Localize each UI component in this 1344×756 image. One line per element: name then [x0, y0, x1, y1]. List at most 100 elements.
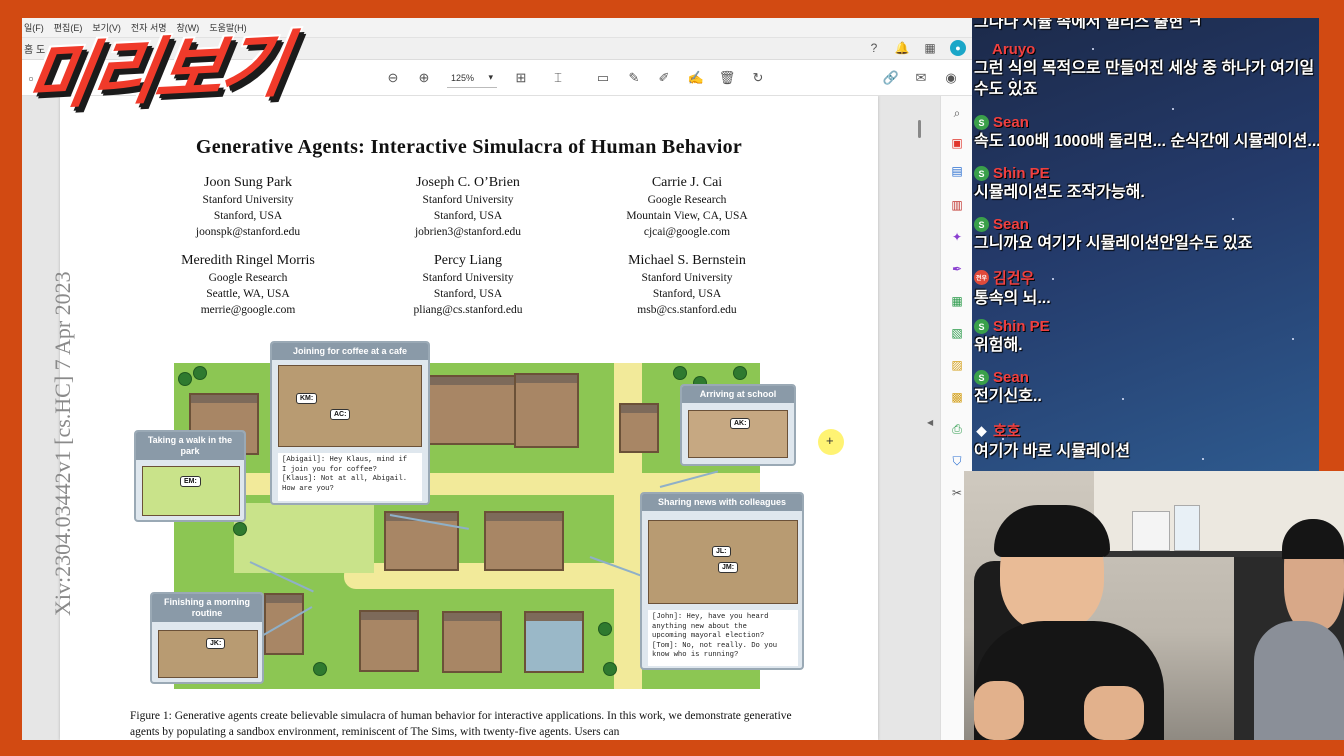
speech-bubble: AK:: [730, 418, 751, 429]
speech-bubble: EM:: [180, 476, 201, 487]
callout-title: Arriving at school: [682, 386, 794, 403]
chat-text: 그나나 시뮬 속에서 앨리스 출현 ㅋ: [974, 18, 1203, 31]
callout-walk: Taking a walk in the park EM:: [134, 430, 246, 522]
chat-message: 전우 김건우 통속의 뇌...: [972, 267, 1319, 309]
pdf-page: Generative Agents: Interactive Simulacra…: [50, 96, 878, 740]
zoom-value: 125%: [451, 72, 475, 83]
chat-message: S Sean 속도 100배 1000배 돌리면... 순식간에 시뮬레이션...: [972, 114, 1319, 152]
speech-bubble: JM:: [718, 562, 739, 573]
chat-text: 속도 100배 1000배 돌리면... 순식간에 시뮬레이션...: [974, 133, 1319, 150]
chat-text: 시뮬레이션도 조작가능해.: [974, 184, 1145, 201]
chat-message: Aruyo 그런 식의 목적으로 만들어진 세상 중 하나가 여기일수도 있죠: [972, 41, 1319, 100]
author-card: Carrie J. Cai Google Research Mountain V…: [587, 174, 787, 240]
comment-tool-icon[interactable]: ▩: [948, 388, 966, 406]
fill-sign-icon[interactable]: ✍: [687, 69, 705, 87]
author-name: Joon Sung Park: [204, 175, 292, 190]
chat-text: 그런 식의 목적으로 만들어진 세상 중 하나가 여기일수도 있죠: [974, 60, 1315, 98]
map-building: [484, 511, 564, 571]
apps-grid-icon[interactable]: ▦: [922, 40, 938, 56]
document-area[interactable]: Generative Agents: Interactive Simulacra…: [22, 96, 940, 740]
draw-icon[interactable]: ✐: [655, 69, 673, 87]
link-icon[interactable]: 🔗: [882, 69, 900, 87]
protect-icon[interactable]: ⛉: [948, 452, 966, 470]
chat-text: 위험해.: [974, 337, 1023, 354]
author-affiliation: Google Research: [647, 194, 727, 206]
webcam-feed: [964, 471, 1344, 740]
author-email: msb@cs.stanford.edu: [637, 304, 737, 316]
callout-news: Sharing news with colleagues JL: JM: [Jo…: [640, 492, 804, 670]
author-location: Seattle, WA, USA: [206, 288, 290, 300]
dialog-box: [John]: Hey, have you heard anything new…: [648, 610, 798, 666]
speech-bubble: JK:: [206, 638, 226, 649]
chat-message: S Shin PE 위험해.: [972, 318, 1319, 356]
help-icon[interactable]: ?: [866, 40, 882, 56]
vertical-scrollbar[interactable]: [918, 120, 921, 138]
user-badge-icon: S: [974, 217, 989, 232]
chat-message: S Sean 전기신호..: [972, 369, 1319, 407]
chat-message: 그나나 시뮬 속에서 앨리스 출현 ㅋ: [972, 18, 1319, 33]
export-icon[interactable]: ▦: [948, 292, 966, 310]
collapse-panel-icon[interactable]: ◀: [927, 418, 933, 427]
highlight-icon[interactable]: ✎: [625, 69, 643, 87]
user-badge-icon: S: [974, 319, 989, 334]
share-user-icon[interactable]: ◉: [942, 69, 960, 87]
chat-text: 통속의 뇌...: [974, 290, 1051, 307]
callout-title: Finishing a morning routine: [152, 594, 262, 622]
rotate-icon[interactable]: ↻: [749, 69, 767, 87]
delete-icon[interactable]: 🗑: [718, 69, 736, 87]
zoom-out-icon[interactable]: ⊖: [384, 69, 402, 87]
organize-icon[interactable]: ▥: [948, 196, 966, 214]
frame-border: [1319, 18, 1344, 471]
bell-icon[interactable]: 🔔: [894, 40, 910, 56]
chat-username: Aruyo: [992, 41, 1036, 58]
author-name: Michael S. Bernstein: [628, 253, 746, 268]
arxiv-identifier: Xiv:2304.03442v1 [cs.HC] 7 Apr 2023: [50, 271, 75, 616]
zoom-select[interactable]: 125% ▾: [447, 68, 497, 88]
callout-title: Joining for coffee at a cafe: [272, 343, 428, 360]
author-email: joonspk@stanford.edu: [195, 226, 301, 238]
search-icon[interactable]: ⌕: [948, 104, 966, 122]
map-building: [524, 611, 584, 673]
create-pdf-icon[interactable]: ▣: [948, 134, 966, 152]
user-badge-icon: S: [974, 166, 989, 181]
user-badge-icon: 전우: [974, 270, 989, 285]
author-affiliation: Stanford University: [202, 194, 294, 206]
combine-icon[interactable]: ▤: [948, 162, 966, 180]
cursor-icon: [818, 429, 844, 455]
chat-username: Sean: [993, 369, 1029, 386]
edit-pdf-icon[interactable]: ✦: [948, 228, 966, 246]
page-fit-icon[interactable]: ⊞: [512, 69, 530, 87]
print-icon[interactable]: ⎙: [948, 420, 966, 438]
author-affiliation: Stanford University: [422, 272, 514, 284]
chat-text: 그니까요 여기가 시뮬레이션안일수도 있죠: [974, 235, 1253, 252]
chat-text: 여기가 바로 시뮬레이션: [974, 443, 1131, 460]
pdf-viewer-window: 일(F) 편집(E) 보기(V) 전자 서명 창(W) 도움말(H) 홈 도 ?…: [22, 18, 972, 740]
zoom-in-icon[interactable]: ⊕: [415, 69, 433, 87]
chevron-down-icon: ▾: [488, 72, 493, 82]
author-email: pliang@cs.stanford.edu: [413, 304, 523, 316]
author-affiliation: Stanford University: [641, 272, 733, 284]
callout-cafe: Joining for coffee at a cafe KM: AC: [Ab…: [270, 341, 430, 505]
map-building: [514, 373, 579, 448]
author-affiliation: Stanford University: [422, 194, 514, 206]
chat-username: Sean: [993, 114, 1029, 131]
author-card: Meredith Ringel Morris Google Research S…: [148, 252, 348, 318]
chat-message: ◆ 호호 여기가 바로 시뮬레이션: [972, 420, 1319, 462]
account-icon[interactable]: ●: [950, 40, 966, 56]
user-badge-icon: S: [974, 115, 989, 130]
comment-icon[interactable]: ▭: [594, 69, 612, 87]
chat-username: Sean: [993, 216, 1029, 233]
author-location: Stanford, USA: [213, 210, 283, 222]
mail-icon[interactable]: ✉: [912, 69, 930, 87]
author-affiliation: Google Research: [208, 272, 288, 284]
menu-file[interactable]: 일(F): [24, 21, 44, 34]
sign-icon[interactable]: ✒: [948, 260, 966, 278]
chat-message: S Sean 그니까요 여기가 시뮬레이션안일수도 있죠: [972, 216, 1319, 254]
author-name: Percy Liang: [433, 253, 503, 268]
author-name: Carrie J. Cai: [651, 175, 723, 190]
compress-icon[interactable]: ▧: [948, 324, 966, 342]
select-tool-icon[interactable]: ⌶: [549, 69, 567, 87]
paper-title: Generative Agents: Interactive Simulacra…: [195, 136, 743, 158]
user-badge-icon: S: [974, 370, 989, 385]
scan-icon[interactable]: ▨: [948, 356, 966, 374]
